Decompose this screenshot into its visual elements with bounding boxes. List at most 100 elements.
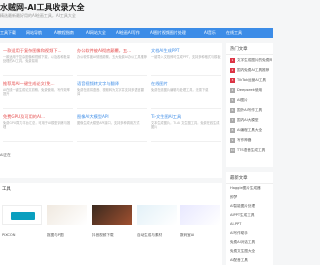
tool-caption[interactable]: 抠图与P图 xyxy=(47,233,91,238)
hot-article-text[interactable]: 写作神器 xyxy=(237,138,272,143)
divider xyxy=(77,141,147,142)
hot-article-item[interactable]: 6 国外AI写作工具 xyxy=(230,107,272,116)
divider xyxy=(151,75,221,76)
rank-badge: 2 xyxy=(230,68,235,73)
latest-article-item[interactable]: AI-PPT xyxy=(230,222,271,226)
tool-caption[interactable]: PIXCON xyxy=(2,233,46,237)
tool-caption[interactable]: 自动生成与素材 xyxy=(137,233,181,238)
article-title[interactable]: 语音视频转文字与翻译 xyxy=(77,81,147,87)
nav-item-music[interactable]: AI音乐 xyxy=(204,30,216,36)
article-item[interactable]: 一款适用于复杂图像和视频下... 一款适用于复杂图像和视频下载，以及各种批量处理… xyxy=(3,48,75,76)
tool-caption[interactable]: 抖音视频下载 xyxy=(92,233,136,238)
article-title[interactable]: 文档AI生成PPT xyxy=(151,48,221,54)
article-desc: 文本生成图片，Ti-Ai 文生图工具，免费在线生成图片 xyxy=(151,121,220,130)
hot-article-item[interactable]: 4 Deepseek使用 xyxy=(230,87,272,96)
article-title[interactable]: 一款适用于复杂图像和视频下... xyxy=(3,48,73,54)
rank-badge: 8 xyxy=(230,128,235,133)
hot-article-item[interactable]: 1文字生成图片的免费网站推荐 xyxy=(230,57,272,66)
nav-item-painting-writing[interactable]: AI绘画AI写作 xyxy=(116,30,140,36)
hot-article-item[interactable]: 8 AI编程工具大全 xyxy=(230,127,272,136)
latest-article-item[interactable]: AI写作助手 xyxy=(230,231,271,236)
hot-article-item[interactable]: 9 写作神器 xyxy=(230,137,272,146)
rank-badge: 10 xyxy=(230,148,235,153)
divider xyxy=(226,54,273,55)
divider xyxy=(3,75,73,76)
hot-articles-panel: 热门文章 1文字生成图片的免费网站推荐 2国内免费AI工具推荐 3TikTok运… xyxy=(226,43,273,167)
hot-articles-title: 热门文章 xyxy=(230,47,248,52)
hot-article-text[interactable]: 文字生成图片的免费网站推荐 xyxy=(237,58,272,63)
hot-article-item[interactable]: 2 国内免费AI工具推荐 xyxy=(230,67,272,76)
hot-article-text[interactable]: TikTok运营AI工具 xyxy=(237,78,272,83)
rank-badge: 3 xyxy=(230,78,235,83)
nav-item-download[interactable]: 工具下载 xyxy=(0,30,16,36)
hot-article-item[interactable]: 10 TTS语音生成工具 xyxy=(230,147,272,156)
tool-thumbnail[interactable] xyxy=(47,205,87,225)
nav-item-online-tools[interactable]: 在线工具 xyxy=(226,30,242,36)
hot-article-text[interactable]: 国外AI写作工具 xyxy=(237,108,272,113)
nav-item-image-video[interactable]: AI图片视频图片处理 xyxy=(150,30,186,36)
divider xyxy=(3,141,73,142)
section-label: 工具 xyxy=(2,187,11,192)
article-title[interactable]: 推荐用AI一键生成论文(免... xyxy=(3,81,73,87)
hot-article-item[interactable]: 7 国内AI大模型 xyxy=(230,117,272,126)
latest-article-item[interactable]: AI配音工具 xyxy=(230,258,271,263)
article-item[interactable]: Ti-文生图AI工具 文本生成图片，Ti-Ai 文生图工具，免费在线生成图片 xyxy=(151,114,223,142)
divider xyxy=(151,141,221,142)
rank-badge: 1 xyxy=(230,58,235,63)
hot-article-text[interactable]: 国内免费AI工具推荐 xyxy=(237,68,272,73)
article-item[interactable]: 语音视频转文字与翻译 免费在线将语音、视频转为文字并支持多语言翻译 xyxy=(77,81,149,109)
article-item[interactable]: 在线图片 免费在线图片编辑与处理工具，无需下载 xyxy=(151,81,223,109)
latest-article-item[interactable]: 即梦 xyxy=(230,195,271,200)
article-desc: 办公软件被AI彻底颠覆，五大免费AI办公工具推荐 xyxy=(77,55,147,59)
tool-thumbnail[interactable] xyxy=(137,205,177,225)
rank-badge: 5 xyxy=(230,98,235,103)
rank-badge: 4 xyxy=(230,88,235,93)
rank-badge: 7 xyxy=(230,118,235,123)
hot-article-text[interactable]: TTS语音生成工具 xyxy=(237,148,272,153)
article-title[interactable]: 免费GPU及可用的AI... xyxy=(3,114,73,120)
article-item[interactable]: 图像AI大模型API 图像生成大模型API接口，支持多种调用方式 xyxy=(77,114,149,142)
nav-item-ai-sites[interactable]: AI网站大全 xyxy=(86,30,106,36)
article-title[interactable]: Ti-文生图AI工具 xyxy=(151,114,221,120)
hot-article-text[interactable]: AI图片 xyxy=(237,98,272,103)
article-item[interactable]: 推荐用AI一键生成论文(免... AI在线一键生成论文初稿，免费使用，写作效率提… xyxy=(3,81,75,109)
latest-article-item[interactable]: 免费文生图大全 xyxy=(230,249,271,254)
article-desc: AI在线一键生成论文初稿，免费使用，写作效率提升 xyxy=(3,88,70,97)
hot-article-text[interactable]: AI编程工具大全 xyxy=(237,128,272,133)
main-nav: 工具下载 网站导航 AI教程指南 AI网站大全 AI绘画AI写作 AI图片视频图… xyxy=(0,28,273,38)
nav-item-navigation[interactable]: 网站导航 xyxy=(26,30,42,36)
latest-article-item[interactable]: 免费AI对话工具 xyxy=(230,240,271,245)
article-desc: 一键导入文档即可生成PPT，支持多种格式与模板 xyxy=(151,55,221,59)
tool-caption[interactable]: 数码宝AI xyxy=(180,233,224,238)
latest-article-item[interactable]: AI智能图片处理 xyxy=(230,204,271,209)
article-desc: 免费在线图片编辑与处理工具，无需下载 xyxy=(151,88,209,92)
article-title[interactable]: 图像AI大模型API xyxy=(77,114,147,120)
featured-articles: 一款适用于复杂图像和视频下... 一款适用于复杂图像和视频下载，以及各种批量处理… xyxy=(0,43,222,178)
tool-thumbnail[interactable] xyxy=(92,205,132,225)
site-title[interactable]: 水贼网-AI工具收录大全 xyxy=(0,2,85,13)
latest-article-item[interactable]: Haggle图片生成器 xyxy=(230,186,271,191)
latest-articles-panel: 最新文章 Haggle图片生成器 即梦 AI智能图片处理 AIPPT生成工具 A… xyxy=(226,172,273,265)
hot-article-text[interactable]: 国内AI大模型 xyxy=(237,118,272,123)
article-item[interactable]: 办公软件被AI彻底颠覆，五... 办公软件被AI彻底颠覆，五大免费AI办公工具推… xyxy=(77,48,149,76)
article-item[interactable]: 文档AI生成PPT 一键导入文档即可生成PPT，支持多种格式与模板 xyxy=(151,48,223,76)
tool-thumbnail[interactable] xyxy=(180,205,220,225)
article-item[interactable]: 免费GPU及可用的AI... 免费GPU算力平台汇总，可用于AI模型训练与推理 xyxy=(3,114,75,142)
divider xyxy=(3,108,73,109)
hot-article-item[interactable]: 3 TikTok运营AI工具 xyxy=(230,77,272,86)
rank-badge: 9 xyxy=(230,138,235,143)
tool-thumbnail[interactable] xyxy=(2,205,42,225)
article-title[interactable]: 在线图片 xyxy=(151,81,221,87)
tool-cards-section: 工具 PIXCON 抠图与P图 抖音视频下载 自动生成与素材 数码宝AI xyxy=(0,183,222,265)
rank-badge: 6 xyxy=(230,108,235,113)
latest-article-item[interactable]: AIPPT生成工具 xyxy=(230,213,271,218)
article-title[interactable]: 办公软件被AI彻底颠覆，五... xyxy=(77,48,147,54)
nav-item-tutorials[interactable]: AI教程指南 xyxy=(54,30,74,36)
article-desc: 一款适用于复杂图像和视频下载，以及各种批量处理的AI工具，免费易用 xyxy=(3,55,70,64)
hot-article-item[interactable]: 5 AI图片 xyxy=(230,97,272,106)
hot-article-text[interactable]: Deepseek使用 xyxy=(237,88,272,93)
article-title-partial[interactable]: AI正在 xyxy=(0,153,11,158)
page: 水贼网-AI工具收录大全 精选最新最好用的AI绘画工具，AI工具大全 工具下载 … xyxy=(0,0,273,265)
divider xyxy=(77,108,147,109)
article-desc: 免费GPU算力平台汇总，可用于AI模型训练与推理 xyxy=(3,121,71,130)
